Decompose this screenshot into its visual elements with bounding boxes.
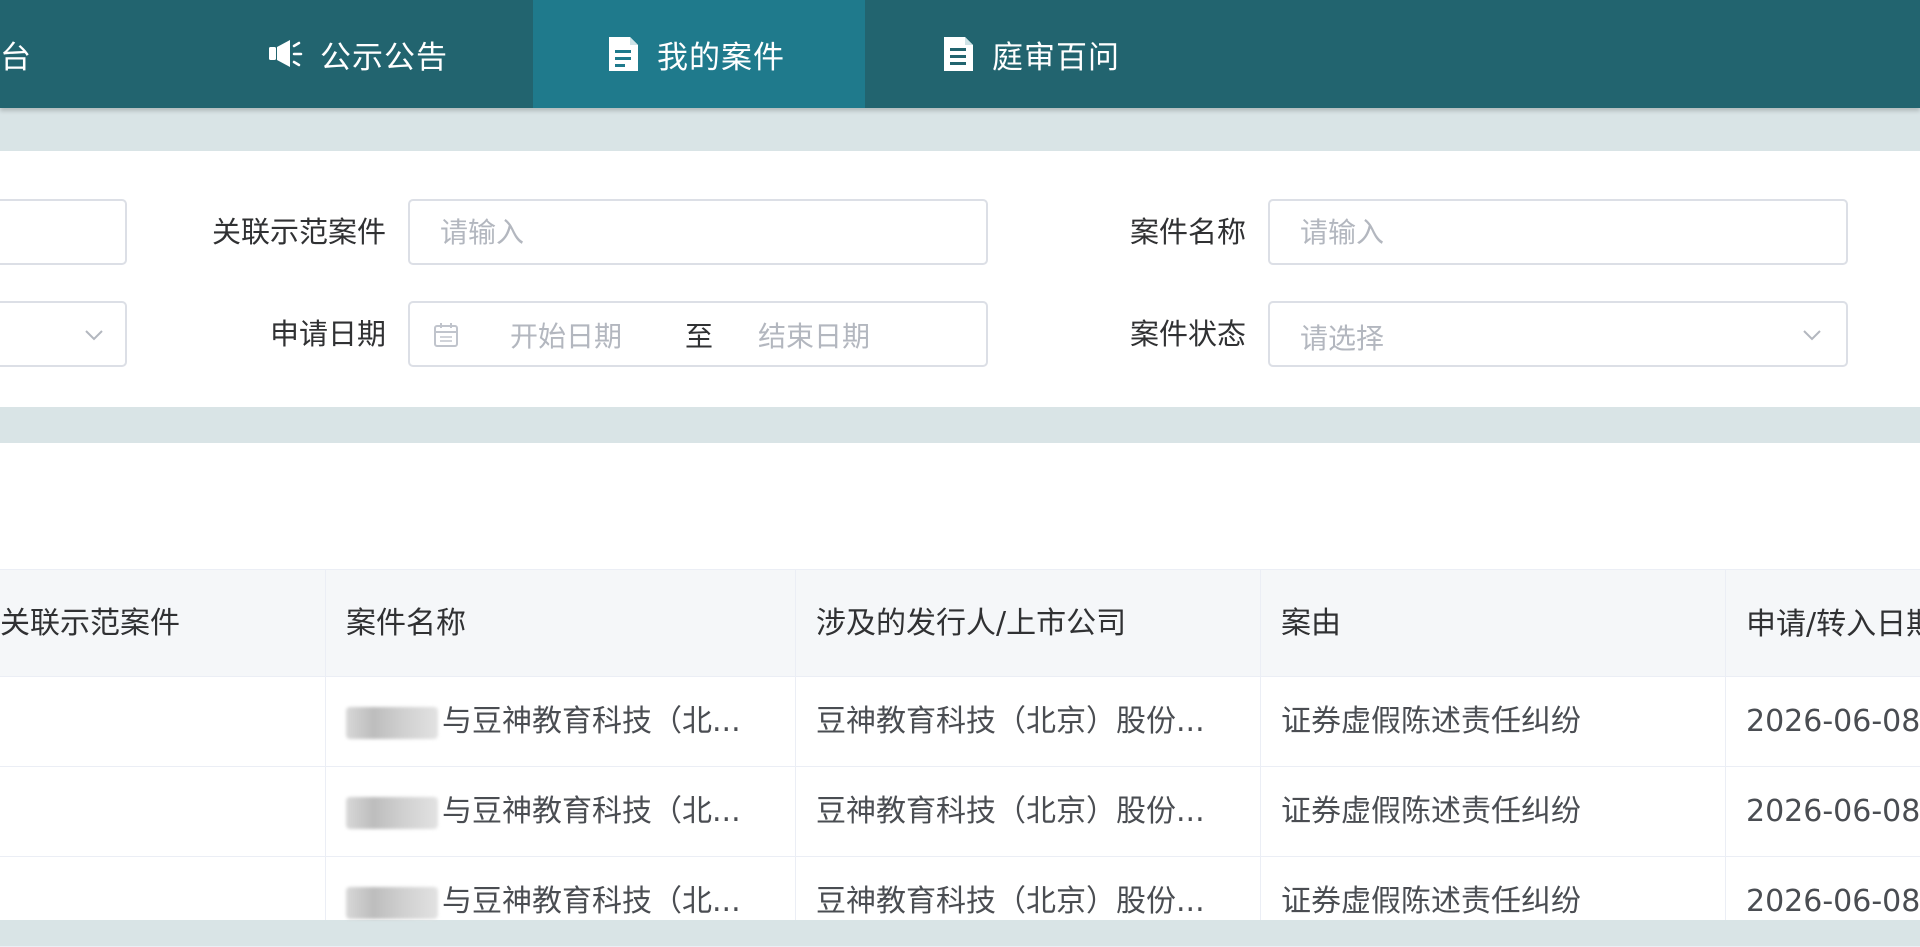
case-status-select[interactable]: 请选择 xyxy=(1268,301,1848,367)
case-name-field[interactable] xyxy=(1270,201,1846,263)
document-list-icon xyxy=(938,34,978,74)
top-navigation: 台 公示公告 我的案件 庭审百问 xyxy=(0,0,1920,108)
cell-case-name[interactable]: 与豆神教育科技（北... xyxy=(326,857,795,947)
redacted-name xyxy=(346,886,438,919)
cell-case-name-text: 与豆神教育科技（北... xyxy=(442,704,741,739)
cell-cause: 证券虚假陈述责任纠纷 xyxy=(1281,794,1581,829)
date-range-separator: 至 xyxy=(685,320,714,353)
table-row[interactable]: 与豆神教育科技（北... 豆神教育科技（北京）股份... 证券虚假陈述责任纠纷 … xyxy=(0,857,1920,947)
chevron-down-icon xyxy=(1800,323,1824,347)
redacted-name xyxy=(346,706,438,739)
case-status-value: 请选择 xyxy=(1300,322,1385,355)
cell-related-case xyxy=(0,857,325,947)
cell-company: 豆神教育科技（北京）股份... xyxy=(816,884,1205,919)
column-header-related-case: 关联示范案件 xyxy=(0,606,180,641)
calendar-icon xyxy=(432,321,460,349)
end-date-input[interactable]: 结束日期 xyxy=(758,315,870,355)
nav-item-label: 我的案件 xyxy=(657,39,785,76)
cell-case-name[interactable]: 与豆神教育科技（北... xyxy=(326,677,795,767)
case-name-label: 案件名称 xyxy=(1129,215,1246,249)
case-table-container: 关联示范案件 案件名称 涉及的发行人/上市公司 案由 申请/转入日期 与豆神教育… xyxy=(0,443,1920,947)
related-case-label: 关联示范案件 xyxy=(211,215,386,249)
related-case-input[interactable] xyxy=(408,199,988,265)
left-partial-input[interactable] xyxy=(0,199,127,265)
nav-item-my-cases[interactable]: 我的案件 xyxy=(533,0,865,108)
cell-apply-date: 2026-06-08 xyxy=(1746,884,1920,919)
table-header: 关联示范案件 案件名称 涉及的发行人/上市公司 案由 申请/转入日期 xyxy=(0,569,1920,677)
cell-company: 豆神教育科技（北京）股份... xyxy=(816,704,1205,739)
apply-date-label: 申请日期 xyxy=(269,317,386,351)
nav-item-label: 台 xyxy=(0,39,32,76)
cell-cause: 证券虚假陈述责任纠纷 xyxy=(1281,704,1581,739)
nav-item-label: 庭审百问 xyxy=(992,39,1120,76)
nav-item-label: 公示公告 xyxy=(320,39,448,76)
nav-item-announcements[interactable]: 公示公告 xyxy=(266,0,516,108)
cell-related-case xyxy=(0,677,325,767)
cell-apply-date: 2026-06-08 xyxy=(1746,794,1920,829)
megaphone-icon xyxy=(266,34,306,74)
column-header-apply-date: 申请/转入日期 xyxy=(1746,607,1920,642)
cell-case-name-text: 与豆神教育科技（北... xyxy=(442,884,741,919)
cell-cause: 证券虚假陈述责任纠纷 xyxy=(1281,884,1581,919)
cell-related-case xyxy=(0,767,325,857)
column-header-company: 涉及的发行人/上市公司 xyxy=(816,606,1127,641)
cell-case-name-text: 与豆神教育科技（北... xyxy=(442,794,741,829)
column-header-case-name: 案件名称 xyxy=(346,606,466,641)
case-status-label: 案件状态 xyxy=(1129,317,1246,351)
case-name-input[interactable] xyxy=(1268,199,1848,265)
nav-item-workbench[interactable]: 台 xyxy=(0,0,60,108)
date-range-picker[interactable]: 开始日期 至 结束日期 xyxy=(408,301,988,367)
column-header-cause: 案由 xyxy=(1281,606,1341,641)
nav-item-trial-qa[interactable]: 庭审百问 xyxy=(938,0,1188,108)
cell-case-name[interactable]: 与豆神教育科技（北... xyxy=(326,767,795,857)
cell-apply-date: 2026-06-08 xyxy=(1746,704,1920,739)
chevron-down-icon xyxy=(82,323,106,347)
table-row[interactable]: 与豆神教育科技（北... 豆神教育科技（北京）股份... 证券虚假陈述责任纠纷 … xyxy=(0,767,1920,857)
document-icon xyxy=(603,34,643,74)
redacted-name xyxy=(346,796,438,829)
start-date-input[interactable]: 开始日期 xyxy=(510,315,622,355)
table-row[interactable]: 与豆神教育科技（北... 豆神教育科技（北京）股份... 证券虚假陈述责任纠纷 … xyxy=(0,677,1920,767)
related-case-field[interactable] xyxy=(410,201,986,263)
cell-company: 豆神教育科技（北京）股份... xyxy=(816,794,1205,829)
filter-panel: 关联示范案件 案件名称 申请日期 开始日期 至 结束日期 案件状态 请选择 xyxy=(0,151,1920,407)
left-partial-select[interactable] xyxy=(0,301,127,367)
